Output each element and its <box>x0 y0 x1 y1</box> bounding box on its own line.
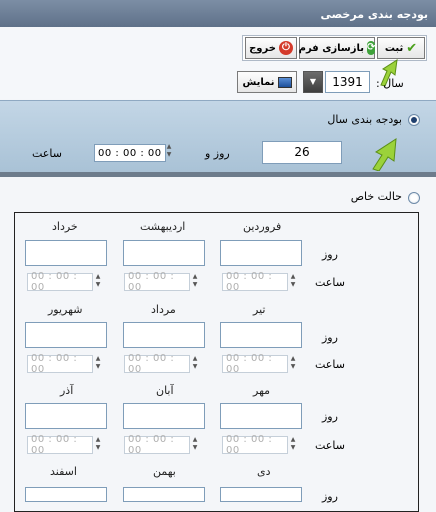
month-label: دی <box>257 465 271 478</box>
month-label: خرداد <box>52 220 78 233</box>
exit-label: خروج <box>249 42 276 54</box>
time-input[interactable]: 00 : 00 : 00 <box>124 434 190 456</box>
window-titlebar: بودجه بندی مرخصی <box>0 0 436 27</box>
day-input[interactable] <box>123 322 205 348</box>
time-spinner[interactable]: ▲ ▼ <box>94 436 102 454</box>
time-spinner[interactable]: ▲ ▼ <box>94 273 102 291</box>
checkmark-icon: ✔ <box>406 40 418 56</box>
day-input[interactable] <box>25 403 107 429</box>
year-input[interactable]: 1391 <box>325 71 370 93</box>
day-input[interactable] <box>220 322 302 348</box>
exit-button[interactable]: ⏻ خروج <box>245 37 297 59</box>
year-dropdown-button[interactable]: ▼ <box>303 71 323 93</box>
arrow-pointer-icon-2 <box>372 138 397 171</box>
time-spinner[interactable]: ▲ ▼ <box>289 355 297 373</box>
time-input[interactable]: 00 : 00 : 00 <box>222 271 288 293</box>
month-label: تیر <box>253 303 266 316</box>
day-input[interactable] <box>220 487 302 502</box>
month-label: مرداد <box>151 303 176 316</box>
time-spinner[interactable]: ▲ ▼ <box>289 273 297 291</box>
annual-time-spinner[interactable]: ▲ ▼ <box>165 143 173 161</box>
hour-label: ساعت <box>315 276 345 289</box>
save-label: ثبت <box>384 42 404 54</box>
section-divider <box>0 172 436 177</box>
day-input[interactable] <box>25 487 107 502</box>
month-label: آذر <box>60 384 74 397</box>
month-label: فروردین <box>243 220 282 233</box>
day-and-label: روز و <box>205 147 230 160</box>
day-label: روز <box>322 490 338 503</box>
reset-label: بازسازی فرم <box>298 42 364 54</box>
time-input[interactable]: 00 : 00 : 00 <box>27 353 93 375</box>
time-spinner[interactable]: ▲ ▼ <box>191 273 199 291</box>
time-spinner[interactable]: ▲ ▼ <box>94 355 102 373</box>
day-input[interactable] <box>220 403 302 429</box>
day-input[interactable] <box>123 240 205 266</box>
annual-days-input[interactable]: 26 <box>262 141 342 164</box>
month-label: بهمن <box>153 465 176 478</box>
time-input[interactable]: 00 : 00 : 00 <box>222 353 288 375</box>
month-label: اردیبهشت <box>140 220 186 233</box>
special-mode-radio[interactable] <box>408 192 420 204</box>
month-label: اسفند <box>50 465 77 478</box>
day-input[interactable] <box>220 240 302 266</box>
time-input[interactable]: 00 : 00 : 00 <box>222 434 288 456</box>
window-title: بودجه بندی مرخصی <box>320 8 428 21</box>
annual-time-input[interactable]: 00 : 00 : 00 <box>94 144 166 162</box>
year-label: سال : <box>376 77 404 90</box>
time-input[interactable]: 00 : 00 : 00 <box>27 434 93 456</box>
save-button[interactable]: ✔ ثبت <box>377 37 425 59</box>
hour-label: ساعت <box>315 358 345 371</box>
time-spinner[interactable]: ▲ ▼ <box>191 355 199 373</box>
time-input[interactable]: 00 : 00 : 00 <box>124 271 190 293</box>
reset-form-button[interactable]: ⟳ بازسازی فرم <box>298 37 376 59</box>
day-label: روز <box>322 331 338 344</box>
time-spinner[interactable]: ▲ ▼ <box>191 436 199 454</box>
time-spinner[interactable]: ▲ ▼ <box>289 436 297 454</box>
day-input[interactable] <box>123 403 205 429</box>
time-input[interactable]: 00 : 00 : 00 <box>27 271 93 293</box>
hour-label: ساعت <box>315 439 345 452</box>
month-label: مهر <box>253 384 271 397</box>
month-label: شهریور <box>48 303 83 316</box>
annual-hour-label: ساعت <box>32 147 62 160</box>
time-input[interactable]: 00 : 00 : 00 <box>124 353 190 375</box>
annual-budget-radio[interactable] <box>408 114 420 126</box>
day-label: روز <box>322 410 338 423</box>
day-label: روز <box>322 248 338 261</box>
chevron-down-icon: ▼ <box>309 77 317 86</box>
day-input[interactable] <box>25 240 107 266</box>
show-button[interactable]: نمایش <box>237 71 297 93</box>
annual-budget-label: بودجه بندی سال <box>327 113 402 126</box>
month-label: آبان <box>156 384 174 397</box>
special-mode-label: حالت خاص <box>350 190 402 203</box>
refresh-icon: ⟳ <box>366 41 376 55</box>
show-label: نمایش <box>242 76 275 88</box>
day-input[interactable] <box>25 322 107 348</box>
monitor-icon <box>277 76 292 88</box>
day-input[interactable] <box>123 487 205 502</box>
power-icon: ⏻ <box>278 41 293 55</box>
